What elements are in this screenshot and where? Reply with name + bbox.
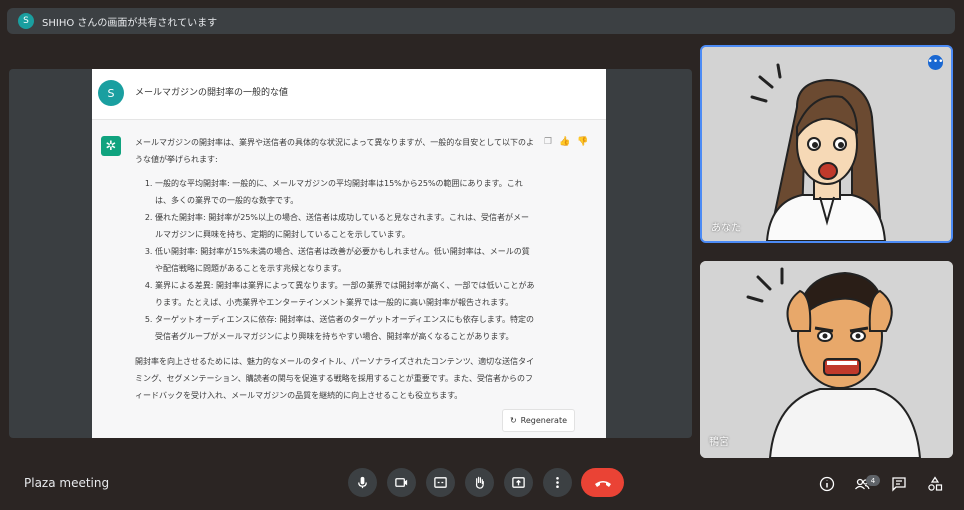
participant-name: 鴨宮	[709, 437, 729, 448]
captions-icon	[434, 477, 447, 488]
microphone-icon	[358, 476, 367, 489]
answer-intro: メールマガジンの開封率は、業界や送信者の具体的な状況によって異なりますが、一般的…	[135, 138, 534, 164]
chat-button[interactable]	[891, 476, 907, 492]
more-vert-icon	[556, 476, 559, 489]
participant-illustration-man	[700, 261, 953, 458]
meeting-title: Plaza meeting	[24, 476, 110, 490]
refresh-icon: ↻	[509, 416, 517, 425]
chatgpt-logo-icon: ✲	[101, 136, 121, 156]
copy-icon[interactable]: ❐	[544, 137, 552, 147]
answer-text: メールマガジンの開封率は、業界や送信者の具体的な状況によって異なりますが、一般的…	[135, 134, 535, 411]
participant-name: あなた	[711, 223, 741, 234]
list-item: 優れた開封率: 開封率が25%以上の場合、送信者は成功していると見なされます。こ…	[155, 209, 535, 243]
people-count-badge: 4	[866, 475, 880, 486]
meeting-info-button[interactable]	[819, 476, 835, 492]
chat-document: S メールマガジンの開封率の一般的な値 ✲ ❐ 👍 👎 メールマガジンの開封率は…	[92, 69, 606, 438]
participant-illustration-woman	[702, 47, 951, 241]
screen-share-text: SHIHO さんの画面が共有されています	[42, 17, 218, 29]
list-item: 業界による差異: 開封率は業界によって異なります。一部の業界では開封率が高く、一…	[155, 277, 535, 311]
activities-icon	[928, 476, 943, 491]
participant-tile-self[interactable]: ••• あなた	[700, 45, 953, 243]
present-button[interactable]	[504, 468, 533, 497]
microphone-button[interactable]	[348, 468, 377, 497]
list-item: ターゲットオーディエンスに依存: 開封率は、送信者のターゲットオーディエンスにも…	[155, 311, 535, 345]
regenerate-label: Regenerate	[520, 416, 568, 425]
phone-hangup-icon	[594, 480, 611, 487]
raise-hand-button[interactable]	[465, 468, 494, 497]
user-avatar: S	[98, 80, 124, 106]
thumbs-up-icon[interactable]: 👍	[559, 137, 570, 147]
question-row: S メールマガジンの開封率の一般的な値	[92, 69, 606, 120]
regenerate-button[interactable]: ↻ Regenerate	[502, 409, 575, 432]
list-item: 一般的な平均開封率: 一般的に、メールマガジンの平均開封率は15%から25%の範…	[155, 175, 535, 209]
camera-icon	[395, 478, 408, 487]
hand-icon	[475, 476, 484, 489]
list-item: 低い開封率: 開封率が15%未満の場合、送信者は改善が必要かもしれません。低い開…	[155, 243, 535, 277]
more-options-icon[interactable]: •••	[928, 55, 943, 70]
answer-actions: ❐ 👍 👎	[544, 137, 589, 147]
screen-share-banner: S SHIHO さんの画面が共有されています	[7, 8, 955, 34]
answer-list: 一般的な平均開封率: 一般的に、メールマガジンの平均開封率は15%から25%の範…	[135, 175, 535, 345]
leave-call-button[interactable]	[581, 468, 624, 497]
participant-tile[interactable]: 鴨宮	[700, 261, 953, 458]
captions-button[interactable]	[426, 468, 455, 497]
thumbs-down-icon[interactable]: 👎	[577, 137, 588, 147]
present-screen-icon	[512, 477, 525, 488]
activities-button[interactable]	[927, 476, 943, 492]
chat-icon	[892, 477, 906, 492]
question-text: メールマガジンの開封率の一般的な値	[135, 88, 289, 98]
shared-screen: S メールマガジンの開封率の一般的な値 ✲ ❐ 👍 👎 メールマガジンの開封率は…	[9, 69, 692, 438]
answer-conclusion: 開封率を向上させるためには、魅力的なメールのタイトル、パーソナライズされたコンテ…	[135, 357, 535, 400]
camera-button[interactable]	[387, 468, 416, 497]
presenter-avatar: S	[18, 13, 34, 29]
info-icon	[819, 476, 835, 492]
more-options-button[interactable]	[543, 468, 572, 497]
